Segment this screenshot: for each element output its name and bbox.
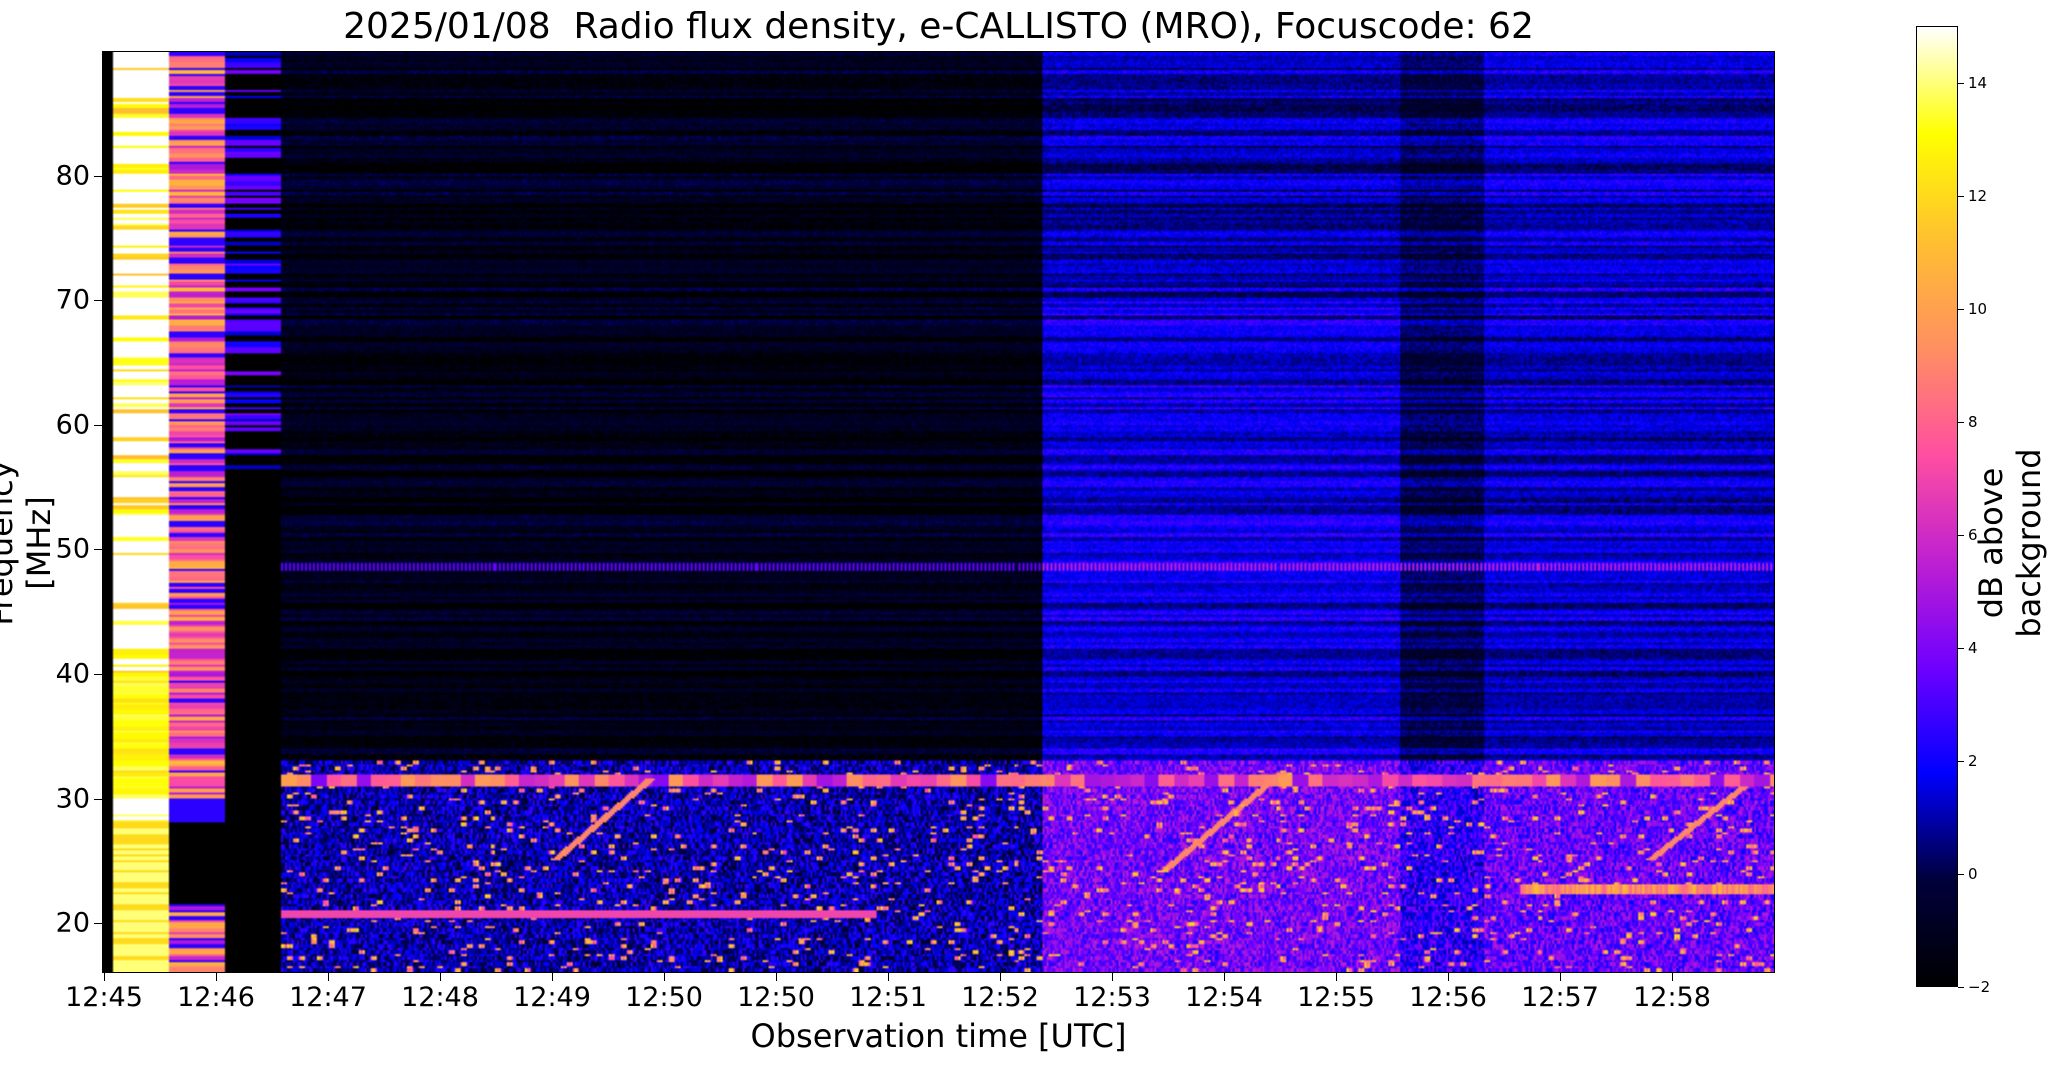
- x-tick: [1224, 973, 1225, 981]
- y-tick: [94, 798, 102, 800]
- x-tick: [1560, 973, 1561, 981]
- colorbar-tick-label: 14: [1968, 73, 1988, 92]
- x-tick: [216, 973, 217, 981]
- y-tick: [94, 424, 102, 426]
- x-tick-label: 12:47: [289, 982, 367, 1013]
- colorbar-tick: [1958, 195, 1964, 197]
- x-tick-label: 12:45: [65, 982, 143, 1013]
- y-axis-label: Frequency [MHz]: [0, 460, 58, 626]
- x-tick-label: 12:46: [177, 982, 255, 1013]
- x-tick-label: 12:55: [1297, 982, 1375, 1013]
- colorbar-tick-label: 12: [1968, 186, 1988, 205]
- x-tick: [664, 973, 665, 981]
- spectrogram-plot-area: [102, 51, 1775, 973]
- x-tick-label: 12:49: [513, 982, 591, 1013]
- x-tick: [552, 973, 553, 981]
- y-tick: [94, 549, 102, 551]
- y-tick-label: 80: [55, 160, 90, 192]
- x-tick-label: 12:48: [401, 982, 479, 1013]
- x-tick: [1448, 973, 1449, 981]
- colorbar-tick-label: 10: [1968, 299, 1988, 318]
- x-axis-label: Observation time [UTC]: [750, 1017, 1127, 1055]
- x-tick-label: 12:56: [1409, 982, 1487, 1013]
- y-tick-label: 70: [55, 284, 90, 316]
- x-tick-label: 12:54: [1185, 982, 1263, 1013]
- x-tick: [1336, 973, 1337, 981]
- y-tick: [94, 673, 102, 675]
- x-tick-label: 12:58: [1633, 982, 1711, 1013]
- colorbar-tick: [1958, 873, 1964, 875]
- y-tick-label: 50: [55, 533, 90, 565]
- x-tick: [1112, 973, 1113, 981]
- colorbar-tick: [1958, 647, 1964, 649]
- x-tick-label: 12:52: [961, 982, 1039, 1013]
- colorbar-tick: [1958, 534, 1964, 536]
- x-tick: [776, 973, 777, 981]
- colorbar-tick: [1958, 987, 1964, 988]
- x-tick: [1000, 973, 1001, 981]
- x-tick: [104, 973, 105, 981]
- x-tick: [328, 973, 329, 981]
- y-tick-label: 60: [55, 409, 90, 441]
- x-tick-label: 12:50: [625, 982, 703, 1013]
- y-tick-label: 20: [55, 907, 90, 939]
- colorbar-tick: [1958, 421, 1964, 423]
- y-tick-label: 30: [55, 783, 90, 815]
- colorbar-tick: [1958, 308, 1964, 310]
- colorbar-tick-label: −2: [1968, 978, 1991, 996]
- colorbar-tick: [1958, 82, 1964, 84]
- colorbar: [1916, 26, 1958, 987]
- x-tick-label: 12:51: [849, 982, 927, 1013]
- colorbar-label: dB above background: [1972, 448, 2047, 638]
- colorbar-tick-label: 0: [1968, 864, 1978, 883]
- chart-title: 2025/01/08 Radio flux density, e-CALLIST…: [343, 6, 1534, 47]
- x-tick-label: 12:50: [737, 982, 815, 1013]
- y-tick: [94, 175, 102, 177]
- colorbar-tick-label: 2: [1968, 751, 1978, 770]
- y-tick-label: 40: [55, 658, 90, 690]
- y-tick: [94, 923, 102, 925]
- x-tick: [440, 973, 441, 981]
- spectrogram-heatmap: [103, 52, 1774, 972]
- y-tick: [94, 300, 102, 302]
- x-tick: [1672, 973, 1673, 981]
- x-tick: [888, 973, 889, 981]
- x-tick-label: 12:57: [1521, 982, 1599, 1013]
- x-tick-label: 12:53: [1073, 982, 1151, 1013]
- colorbar-tick: [1958, 760, 1964, 762]
